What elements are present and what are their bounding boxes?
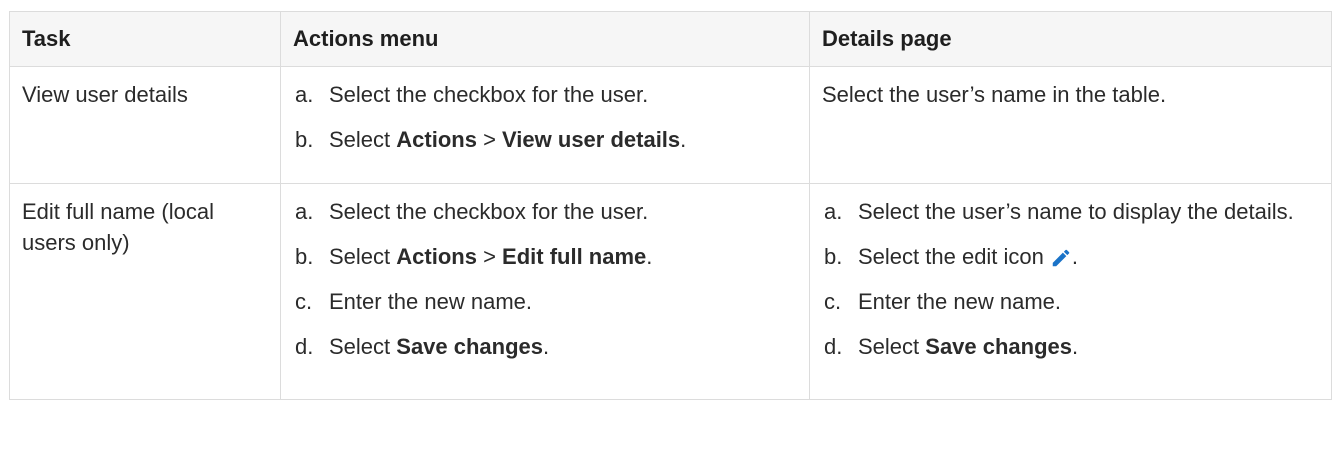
step-letter: d. [295, 334, 314, 359]
step-item: c. Enter the new name. [822, 286, 1319, 317]
step-text-bold-save-changes: Save changes [925, 334, 1073, 359]
actions-steps: a. Select the checkbox for the user. b. … [293, 79, 797, 155]
actions-steps: a. Select the checkbox for the user. b. … [293, 196, 797, 362]
step-text-bold-menu-item: Edit full name [502, 244, 647, 269]
details-text: Select the user’s name in the table. [822, 82, 1167, 107]
step-text-pre: Select the user’s name to display the de… [858, 199, 1294, 224]
header-task: Task [9, 11, 281, 67]
step-text-bold-actions: Actions [396, 127, 477, 152]
step-letter: c. [824, 289, 842, 314]
task-label: Edit full name (local users only) [22, 199, 214, 255]
step-letter: c. [295, 289, 313, 314]
step-text-pre: Select the checkbox for the user. [329, 82, 649, 107]
task-cell: View user details [9, 66, 281, 184]
pencil-edit-icon [1050, 247, 1072, 269]
step-item: a. Select the checkbox for the user. [293, 196, 797, 227]
step-text: Enter the new name. [858, 286, 1319, 317]
step-text-pre: Select [329, 334, 397, 359]
table-row-view-user-details: View user details a. Select the checkbox… [9, 66, 1332, 184]
task-label: View user details [22, 82, 188, 107]
actions-cell: a. Select the checkbox for the user. b. … [280, 66, 810, 184]
step-text-post: . [543, 334, 550, 359]
step-item: b. Select Actions > View user details. [293, 124, 797, 155]
step-item: d. Select Save changes. [293, 331, 797, 362]
table-row-edit-full-name: Edit full name (local users only) a. Sel… [9, 183, 1332, 400]
step-text-pre: Select the checkbox for the user. [329, 199, 649, 224]
step-text-pre: Enter the new name. [858, 289, 1062, 314]
user-tasks-table: Task Actions menu Details page View user… [9, 11, 1332, 400]
actions-cell: a. Select the checkbox for the user. b. … [280, 183, 810, 400]
step-text: Select Actions > View user details. [329, 124, 797, 155]
step-text-pre: Select [329, 127, 397, 152]
step-text-post: . [1072, 334, 1079, 359]
step-letter: a. [295, 199, 314, 224]
step-item: a. Select the checkbox for the user. [293, 79, 797, 110]
step-text: Select Save changes. [858, 331, 1319, 362]
step-item: a. Select the user’s name to display the… [822, 196, 1319, 227]
header-actions-menu: Actions menu [280, 11, 810, 67]
step-letter: b. [824, 244, 843, 269]
step-text-pre: Select the edit icon [858, 244, 1044, 269]
step-text-post: . [680, 127, 687, 152]
step-letter: a. [295, 82, 314, 107]
step-text: Select the user’s name to display the de… [858, 196, 1319, 227]
task-cell: Edit full name (local users only) [9, 183, 281, 400]
step-text-bold-menu-item: View user details [502, 127, 681, 152]
details-cell: a. Select the user’s name to display the… [809, 183, 1332, 400]
step-letter: b. [295, 244, 314, 269]
step-item: b. Select the edit icon. [822, 241, 1319, 272]
step-item: c. Enter the new name. [293, 286, 797, 317]
step-letter: a. [824, 199, 843, 224]
step-text-post: . [646, 244, 653, 269]
step-text: Enter the new name. [329, 286, 797, 317]
step-text-pre: Enter the new name. [329, 289, 533, 314]
step-letter: b. [295, 127, 314, 152]
step-text: Select Actions > Edit full name. [329, 241, 797, 272]
step-text-separator: > [476, 127, 503, 152]
step-item: b. Select Actions > Edit full name. [293, 241, 797, 272]
step-text-pre: Select [329, 244, 397, 269]
step-text: Select the edit icon. [858, 241, 1319, 272]
step-text-bold-save-changes: Save changes [396, 334, 544, 359]
step-text-post: . [1071, 244, 1079, 269]
details-cell: Select the user’s name in the table. [809, 66, 1332, 184]
step-text-pre: Select [858, 334, 926, 359]
step-text: Select the checkbox for the user. [329, 79, 797, 110]
step-item: d. Select Save changes. [822, 331, 1319, 362]
details-steps: a. Select the user’s name to display the… [822, 196, 1319, 362]
step-text: Select the checkbox for the user. [329, 196, 797, 227]
step-text-bold-actions: Actions [396, 244, 477, 269]
step-text: Select Save changes. [329, 331, 797, 362]
header-details-page: Details page [809, 11, 1332, 67]
step-text-separator: > [476, 244, 503, 269]
table-header-row: Task Actions menu Details page [9, 11, 1332, 67]
step-letter: d. [824, 334, 843, 359]
